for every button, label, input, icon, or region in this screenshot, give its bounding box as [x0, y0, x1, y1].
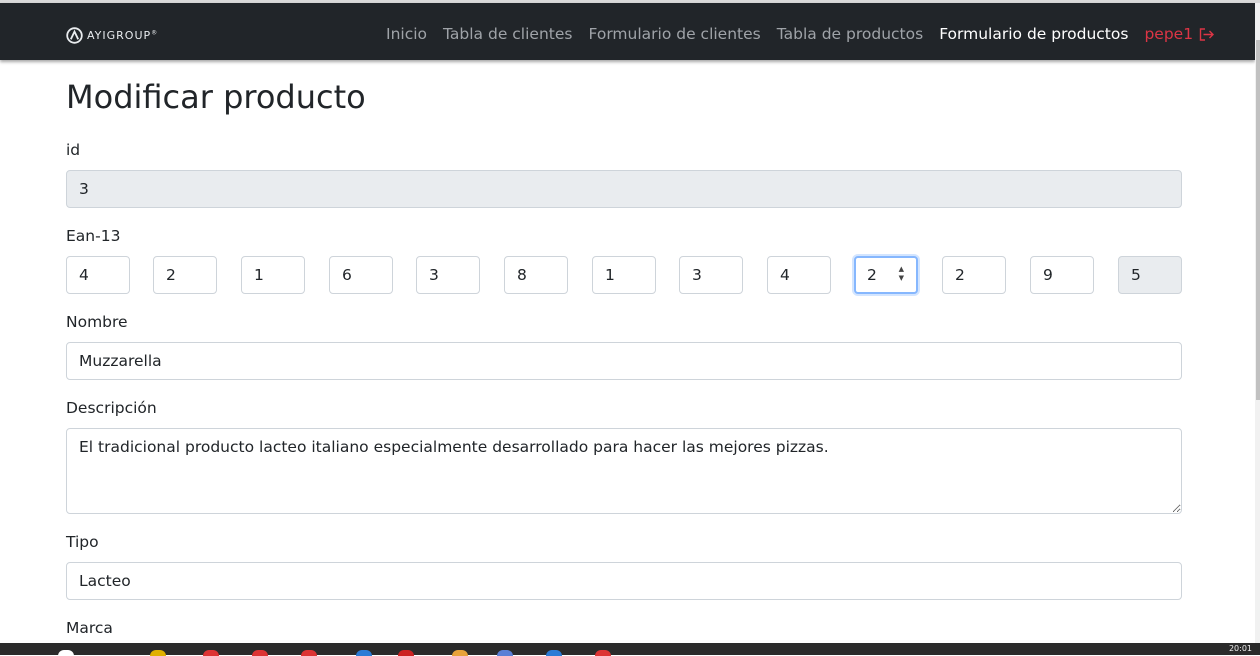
number-spinner[interactable]: ▲ ▼ — [899, 265, 904, 283]
ayi-logo-icon — [66, 26, 83, 44]
username: pepe1 — [1144, 25, 1194, 43]
chrome-icon[interactable] — [301, 650, 317, 656]
ean-digit-1[interactable]: 4 — [66, 256, 130, 294]
ean-digit-9[interactable]: 4 — [767, 256, 831, 294]
ean-digit-value: 9 — [1043, 266, 1053, 284]
app-icon[interactable] — [398, 650, 414, 656]
ean-digit-value: 5 — [1131, 266, 1141, 284]
ean-digit-value: 3 — [429, 266, 439, 284]
folder-icon[interactable] — [150, 650, 166, 656]
page-title: Modificar producto — [66, 78, 366, 116]
descripcion-textarea[interactable]: El tradicional producto lacteo italiano … — [66, 428, 1182, 514]
id-label: id — [66, 141, 81, 159]
ean-digit-value: 2 — [955, 266, 965, 284]
ean-digit-5[interactable]: 3 — [416, 256, 480, 294]
marca-label: Marca — [66, 619, 113, 637]
chrome-icon[interactable] — [252, 650, 268, 656]
id-value: 3 — [79, 180, 89, 198]
ean-digit-value: 8 — [517, 266, 527, 284]
user-logout-link[interactable]: pepe1 — [1144, 25, 1215, 43]
nav-link-tabla-productos[interactable]: Tabla de productos — [777, 25, 923, 43]
ean-digit-value: 1 — [254, 266, 264, 284]
ean-digit-3[interactable]: 1 — [241, 256, 305, 294]
brand-name: AYIGROUP® — [87, 28, 159, 42]
app-icon[interactable] — [497, 650, 513, 656]
nav-link-tabla-clientes[interactable]: Tabla de clientes — [443, 25, 572, 43]
spinner-down-icon[interactable]: ▼ — [899, 274, 904, 283]
taskbar-clock: 20:01 — [1228, 644, 1252, 653]
spinner-up-icon[interactable]: ▲ — [899, 265, 904, 274]
ean-digit-4[interactable]: 6 — [329, 256, 393, 294]
ean-digit-value: 2 — [867, 266, 877, 284]
nav-menu: Inicio Tabla de clientes Formulario de c… — [386, 25, 1215, 43]
ean-digit-7[interactable]: 1 — [592, 256, 656, 294]
ean-digit-value: 2 — [166, 266, 176, 284]
descripcion-label: Descripción — [66, 399, 157, 417]
app-icon[interactable] — [452, 650, 468, 656]
nav-link-formulario-clientes[interactable]: Formulario de clientes — [588, 25, 760, 43]
start-icon[interactable] — [58, 650, 74, 656]
id-field: 3 — [66, 170, 1182, 208]
brand-logo[interactable]: AYIGROUP® — [66, 26, 159, 44]
nombre-input[interactable]: Muzzarella — [66, 342, 1182, 380]
ean-label: Ean-13 — [66, 227, 121, 245]
nav-link-inicio[interactable]: Inicio — [386, 25, 427, 43]
ean-digit-value: 1 — [605, 266, 615, 284]
ean-check-digit: 5 — [1118, 256, 1182, 294]
logout-icon — [1199, 27, 1215, 41]
app-icon[interactable] — [595, 650, 611, 656]
nombre-label: Nombre — [66, 313, 128, 331]
ean-digit-6[interactable]: 8 — [504, 256, 568, 294]
ean-digit-2[interactable]: 2 — [153, 256, 217, 294]
nav-link-formulario-productos[interactable]: Formulario de productos — [939, 25, 1128, 43]
scrollbar-thumb[interactable] — [1256, 40, 1260, 400]
ean-digit-8[interactable]: 3 — [679, 256, 743, 294]
vscode-icon[interactable] — [356, 650, 372, 656]
ean-digit-10[interactable]: 2 ▲ ▼ — [854, 256, 918, 294]
ean-digit-11[interactable]: 2 — [942, 256, 1006, 294]
ean-digit-value: 4 — [79, 266, 89, 284]
ean-digit-value: 6 — [342, 266, 352, 284]
app-icon[interactable] — [546, 650, 562, 656]
tipo-value: Lacteo — [79, 572, 131, 590]
tipo-label: Tipo — [66, 533, 99, 551]
taskbar — [0, 643, 1260, 655]
ean-digit-value: 4 — [780, 266, 790, 284]
nombre-value: Muzzarella — [79, 352, 162, 370]
chrome-icon[interactable] — [203, 650, 219, 656]
tipo-input[interactable]: Lacteo — [66, 562, 1182, 600]
ean-digit-value: 3 — [692, 266, 702, 284]
navbar: AYIGROUP® Inicio Tabla de clientes Formu… — [0, 3, 1255, 60]
ean-digit-12[interactable]: 9 — [1030, 256, 1094, 294]
